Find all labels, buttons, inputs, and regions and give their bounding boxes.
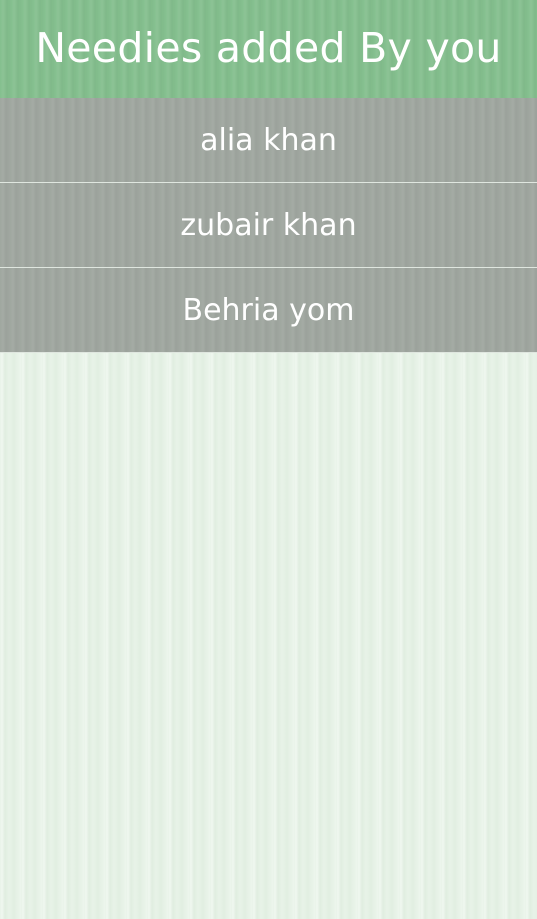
list-item-needy[interactable]: alia khan bbox=[0, 98, 537, 183]
list-item-needy[interactable]: zubair khan bbox=[0, 183, 537, 268]
needy-name-label: zubair khan bbox=[180, 207, 357, 243]
needies-list: alia khan zubair khan Behria yom bbox=[0, 98, 537, 353]
app-screen: Needies added By you alia khan zubair kh… bbox=[0, 0, 537, 919]
needy-name-label: Behria yom bbox=[182, 292, 355, 328]
list-item-needy[interactable]: Behria yom bbox=[0, 268, 537, 353]
header-bar: Needies added By you bbox=[0, 0, 537, 98]
needy-name-label: alia khan bbox=[200, 122, 337, 158]
page-title: Needies added By you bbox=[35, 24, 502, 72]
